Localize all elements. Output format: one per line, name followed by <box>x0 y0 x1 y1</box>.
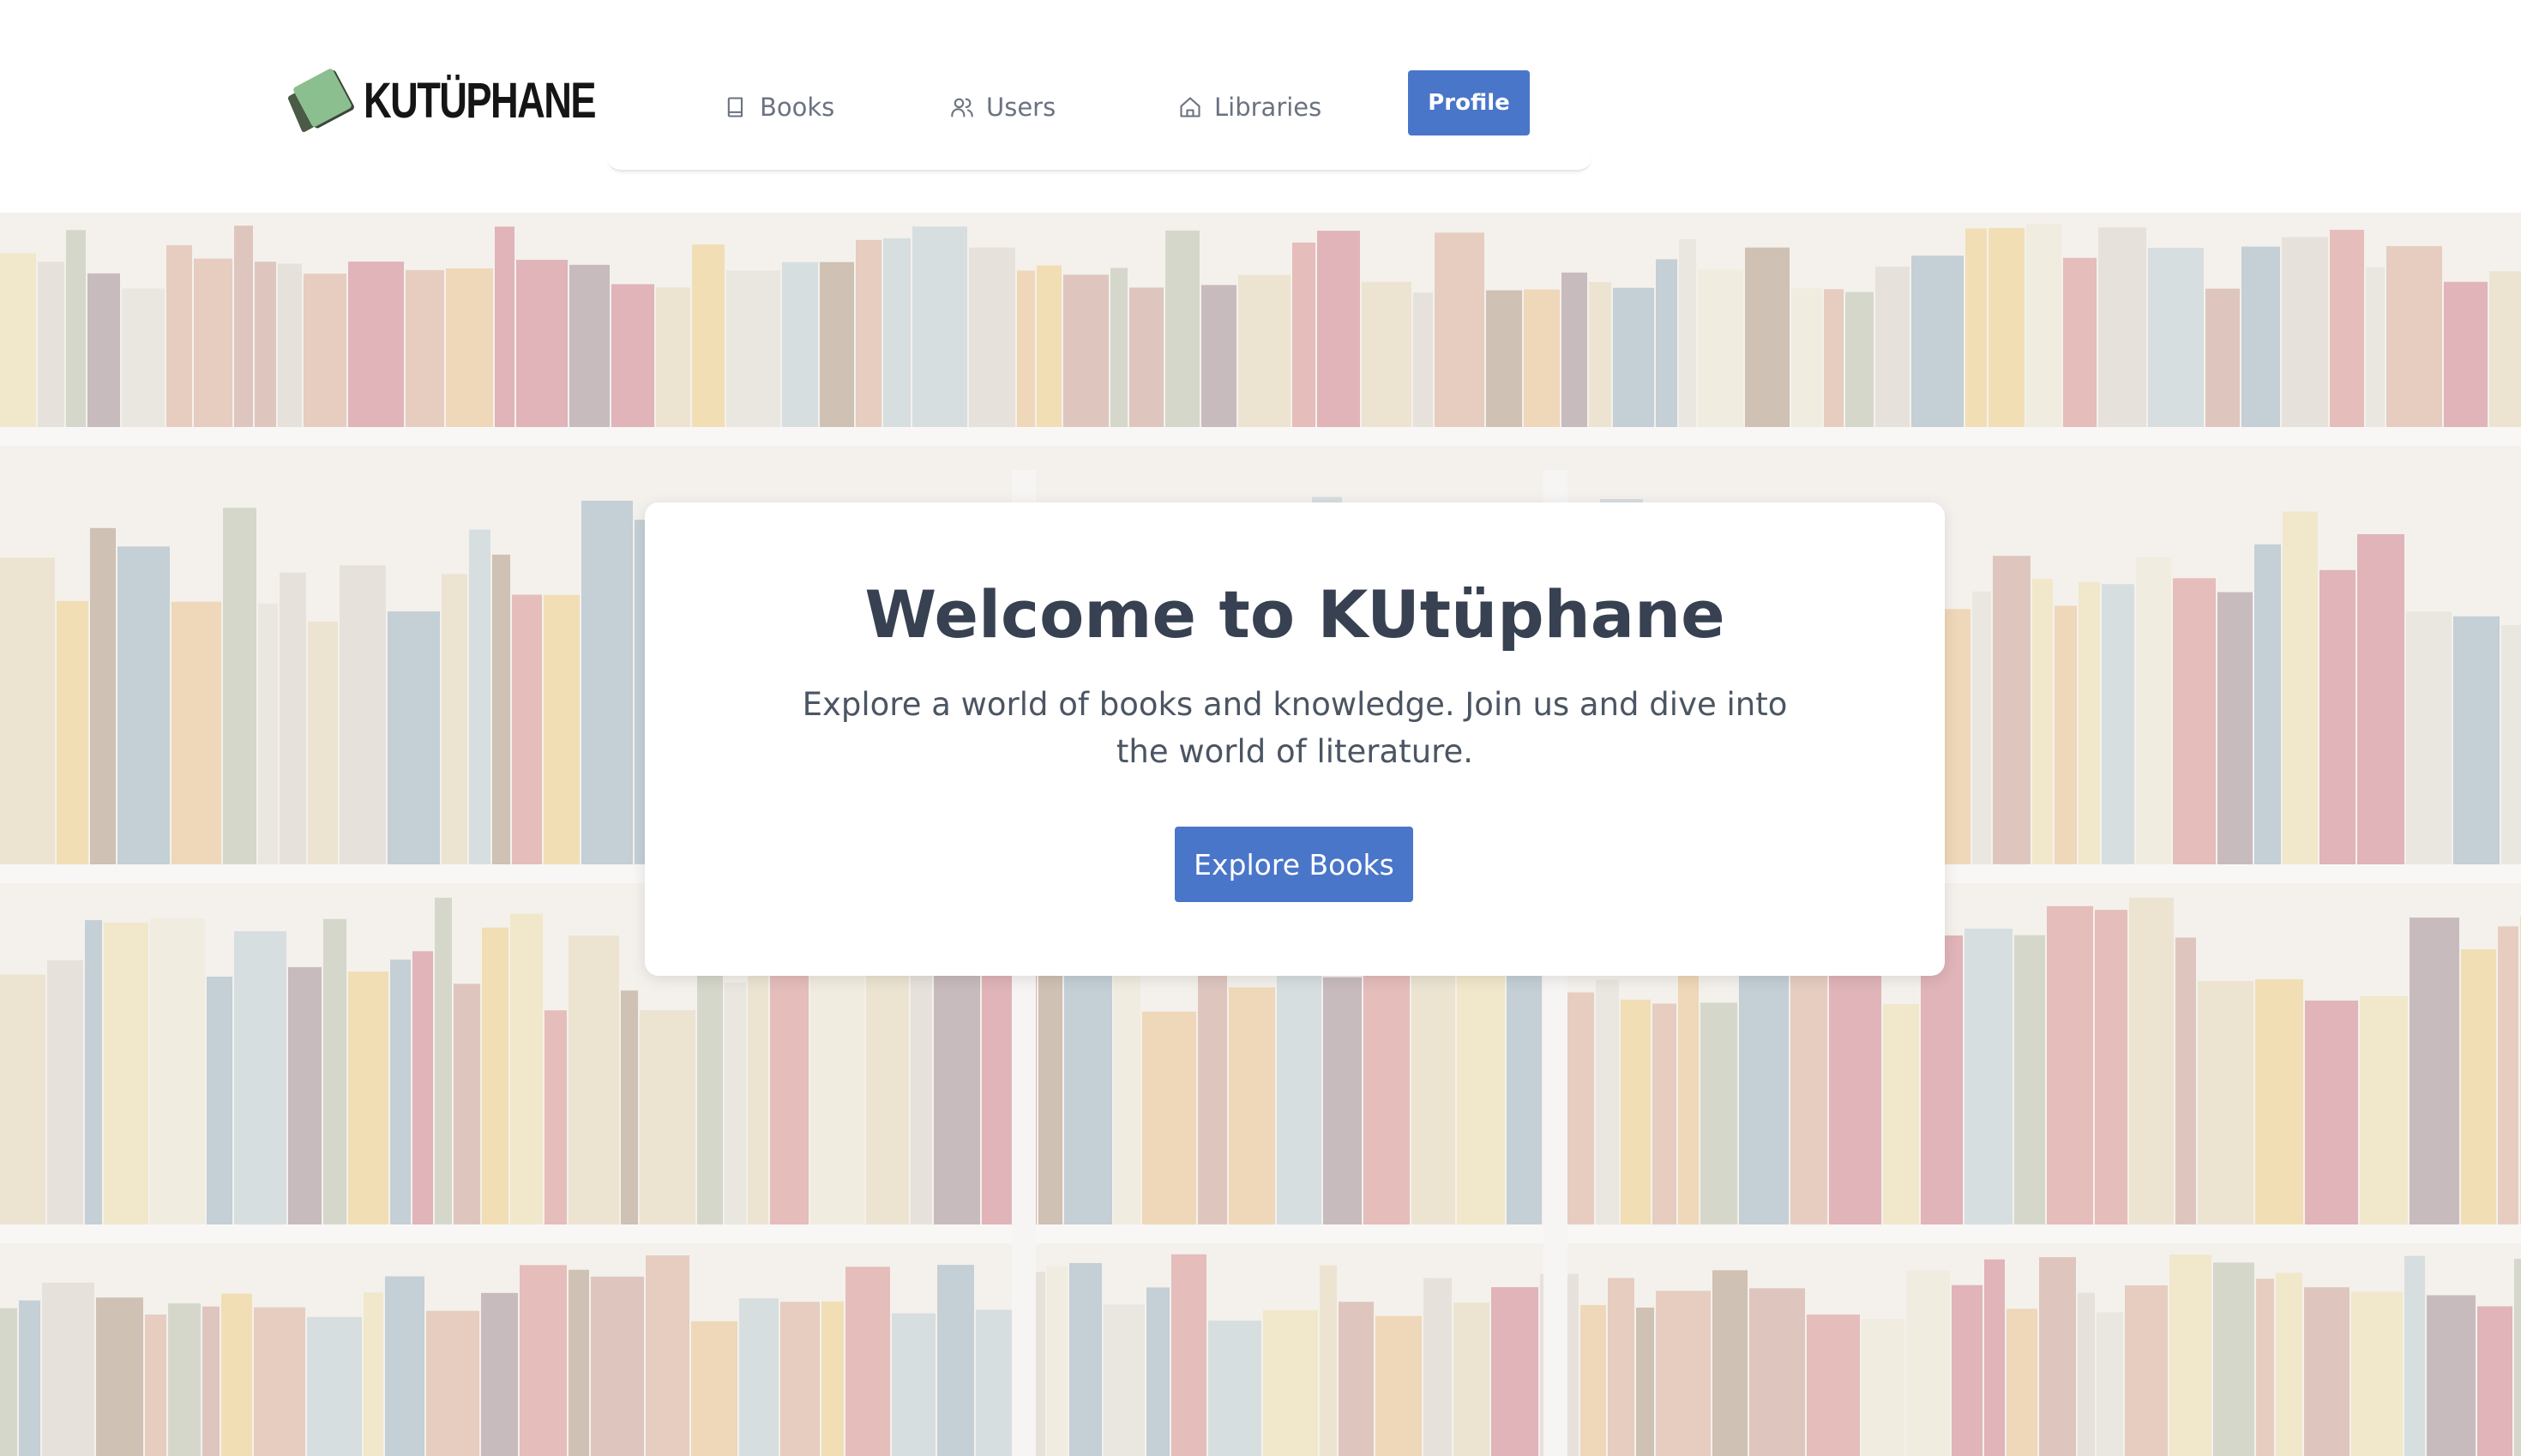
nav-item-label: Books <box>760 93 835 122</box>
brand-name: KUTÜPHANE <box>364 72 597 129</box>
nav-item-label: Users <box>986 93 1056 122</box>
hero-subtitle: Explore a world of books and knowledge. … <box>802 686 1788 770</box>
hero-section: Welcome to KUtüphane Explore a world of … <box>0 213 2521 1456</box>
welcome-card: Welcome to KUtüphane Explore a world of … <box>645 502 1945 976</box>
page-title: Welcome to KUtüphane <box>864 576 1725 653</box>
nav-item-books[interactable]: Books <box>724 86 834 129</box>
users-icon <box>951 98 973 117</box>
nav-item-libraries[interactable]: Libraries <box>1178 86 1321 129</box>
profile-button[interactable]: Profile <box>1408 70 1530 135</box>
explore-books-button[interactable]: Explore Books <box>1175 827 1413 902</box>
main-nav: Books Users Libraries Profile <box>607 60 1591 171</box>
home-icon <box>1180 97 1200 117</box>
brand-logo[interactable]: KUTÜPHANE <box>287 67 660 134</box>
book-logo-icon <box>287 67 353 134</box>
top-header: KUTÜPHANE Books Users Libraries Profile <box>0 0 2521 213</box>
book-icon <box>727 97 743 117</box>
nav-item-label: Libraries <box>1214 93 1322 122</box>
nav-item-users[interactable]: Users <box>950 86 1056 129</box>
